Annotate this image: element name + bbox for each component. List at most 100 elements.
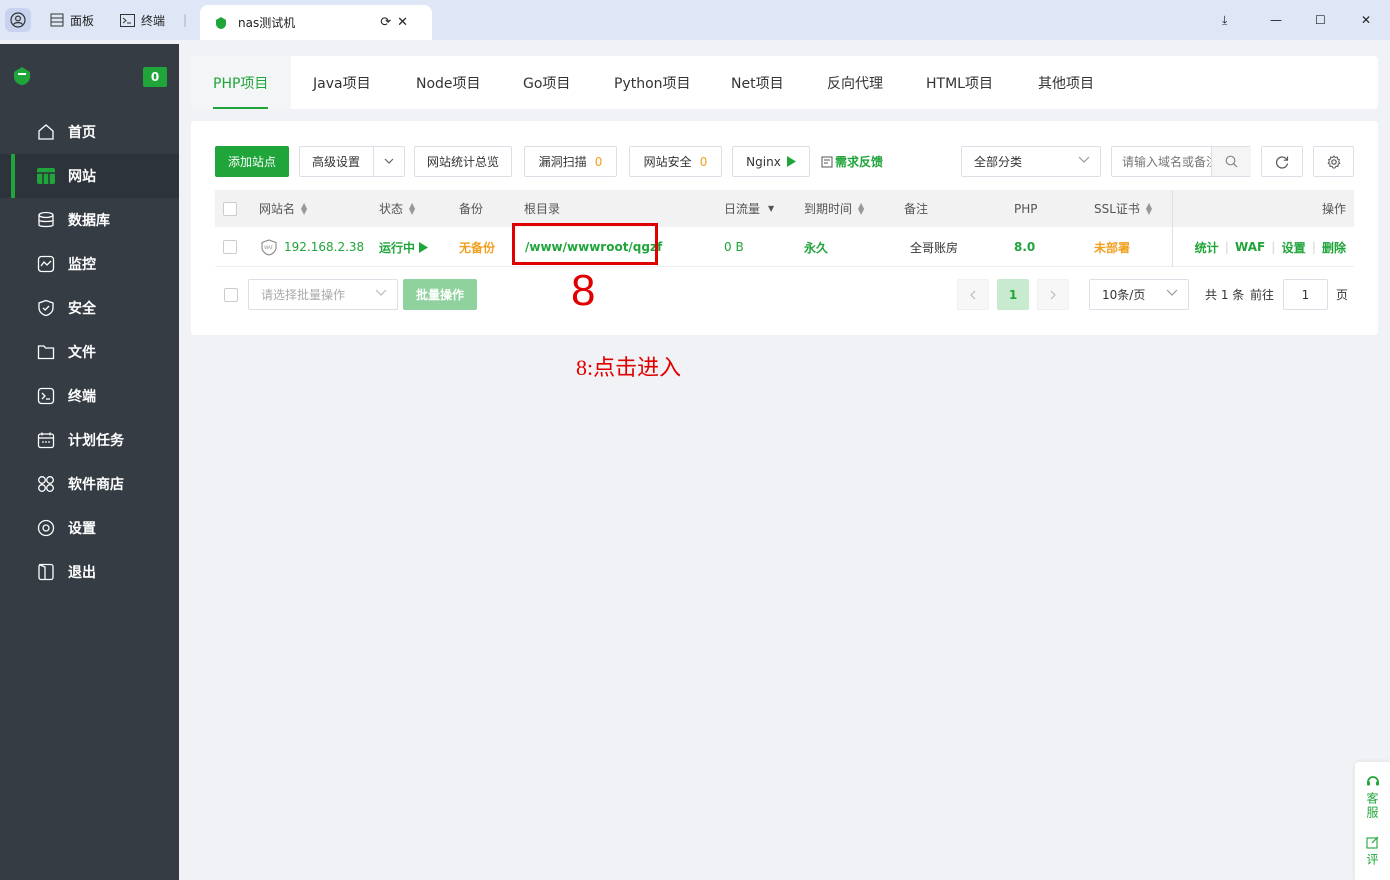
sidebar-item-monitor[interactable]: 监控 [0, 242, 179, 286]
sidebar-item-files[interactable]: 文件 [0, 330, 179, 374]
tab-go[interactable]: Go项目 [523, 56, 570, 109]
prev-page-button[interactable] [957, 279, 989, 310]
site-stats-button[interactable]: 网站统计总览 [414, 146, 512, 177]
annotation-text: 8:点击进入 [576, 355, 682, 380]
expire-link[interactable]: 永久 [804, 227, 828, 267]
th-ops: 操作 [1172, 190, 1354, 227]
close-icon[interactable]: ✕ [397, 15, 414, 30]
search-input[interactable] [1112, 148, 1211, 175]
waf-shield-icon: WAF [261, 238, 277, 256]
batch-select[interactable]: 请选择批量操作 [248, 279, 398, 310]
waf-link[interactable]: WAF [1235, 240, 1265, 254]
sidebar-item-database[interactable]: 数据库 [0, 198, 179, 242]
stats-link[interactable]: 统计 [1195, 239, 1219, 256]
sidebar-item-label: 数据库 [68, 213, 110, 229]
table-settings-button[interactable] [1313, 146, 1354, 177]
th-status[interactable]: 状态 ▲ ▼ [379, 190, 415, 227]
sidebar: 0 首页 网站 数据库 监控 安全 文件 终端 计划任务 软件商店 设置 退出 [0, 44, 179, 880]
window-close-icon[interactable]: ✕ [1361, 0, 1371, 40]
batch-action-button[interactable]: 批量操作 [403, 279, 477, 310]
tab-html[interactable]: HTML项目 [926, 56, 993, 109]
backup-link[interactable]: 无备份 [459, 227, 495, 267]
th-ssl[interactable]: SSL证书 ▲ ▼ [1094, 190, 1152, 227]
php-version-link[interactable]: 8.0 [1014, 227, 1035, 267]
page-size-value: 10条/页 [1102, 288, 1146, 302]
tab-panel[interactable]: 面板 [50, 0, 94, 40]
tab-node[interactable]: Node项目 [416, 56, 481, 109]
ssl-link[interactable]: 未部署 [1094, 227, 1130, 267]
tab-controls: ⟳✕ [380, 15, 414, 30]
security-count: 0 [699, 154, 708, 169]
sidebar-badge[interactable]: 0 [143, 67, 167, 87]
settings-link[interactable]: 设置 [1282, 239, 1306, 256]
th-name[interactable]: 网站名 ▲ ▼ [259, 190, 307, 227]
maximize-icon[interactable]: ☐ [1315, 0, 1326, 40]
sidebar-item-store[interactable]: 软件商店 [0, 462, 179, 506]
tab-php[interactable]: PHP项目 [213, 56, 269, 109]
sidebar-item-security[interactable]: 安全 [0, 286, 179, 330]
floating-service-panel: 客服 评 [1355, 762, 1390, 880]
sidebar-item-terminal[interactable]: 终端 [0, 374, 179, 418]
download-icon[interactable]: ⤓ [1222, 0, 1227, 40]
tab-python[interactable]: Python项目 [614, 56, 691, 109]
th-expire[interactable]: 到期时间 ▲ ▼ [804, 190, 864, 227]
review-link[interactable]: 评 [1364, 853, 1381, 867]
status-toggle[interactable]: 运行中 [379, 227, 429, 267]
next-page-button[interactable] [1037, 279, 1069, 310]
th-traffic[interactable]: 日流量 ▼ [724, 190, 774, 227]
vuln-scan-button[interactable]: 漏洞扫描 0 [524, 146, 617, 177]
browser-topbar: 面板 终端 | nas测试机 ⟳✕ ⤓ — ☐ ✕ [0, 0, 1390, 40]
page-button-1[interactable]: 1 [997, 279, 1029, 310]
sidebar-item-cron[interactable]: 计划任务 [0, 418, 179, 462]
tab-other[interactable]: 其他项目 [1038, 56, 1094, 109]
refresh-button[interactable] [1261, 146, 1303, 177]
chevron-down-icon [375, 289, 387, 296]
website-icon [36, 166, 56, 186]
customer-service-link[interactable]: 客服 [1364, 792, 1381, 820]
goto-page-input[interactable]: 1 [1283, 279, 1328, 310]
site-list-card: 添加站点 高级设置 网站统计总览 漏洞扫描 0 网站安全 0 Nginx 需求反… [191, 121, 1378, 335]
sidebar-item-website[interactable]: 网站 [0, 154, 179, 198]
tab-terminal[interactable]: 终端 [120, 0, 165, 40]
footer-checkbox[interactable] [224, 288, 238, 302]
site-security-button[interactable]: 网站安全 0 [629, 146, 722, 177]
search-button[interactable] [1211, 147, 1251, 176]
add-site-button[interactable]: 添加站点 [215, 146, 289, 177]
nginx-button[interactable]: Nginx [732, 146, 810, 177]
minimize-icon[interactable]: — [1270, 0, 1282, 40]
remark-value[interactable]: 全哥账房 [910, 227, 958, 267]
sidebar-item-logout[interactable]: 退出 [0, 550, 179, 594]
tab-reverse-proxy[interactable]: 反向代理 [827, 56, 883, 109]
site-security-label: 网站安全 [643, 155, 692, 169]
sort-icon: ▲ ▼ [1145, 200, 1153, 216]
sidebar-item-home[interactable]: 首页 [0, 110, 179, 154]
refresh-icon[interactable]: ⟳ [380, 15, 397, 30]
th-root: 根目录 [524, 202, 561, 216]
table-row: WAF 192.168.2.38 运行中 无备份 /www/wwwroot/qg… [215, 227, 1354, 267]
tab-java[interactable]: Java项目 [313, 56, 371, 109]
play-icon [786, 156, 796, 167]
apps-icon [36, 474, 56, 494]
site-name[interactable]: WAF 192.168.2.38 [261, 227, 364, 267]
select-all-checkbox[interactable] [223, 190, 237, 227]
divider: | [1224, 240, 1229, 254]
category-select[interactable]: 全部分类 [961, 146, 1101, 177]
terminal-icon [36, 386, 56, 406]
status-label: 运行中 [379, 240, 416, 255]
tab-net[interactable]: Net项目 [731, 56, 784, 109]
caret-down-icon: ▼ [768, 204, 775, 213]
svg-text:WAF: WAF [264, 245, 273, 250]
sidebar-item-label: 首页 [68, 125, 96, 141]
th-expire-label: 到期时间 [804, 202, 853, 216]
divider: | [1311, 240, 1316, 254]
advanced-settings-button[interactable]: 高级设置 [299, 146, 405, 177]
page-size-select[interactable]: 10条/页 [1089, 279, 1189, 310]
sidebar-item-settings[interactable]: 设置 [0, 506, 179, 550]
play-icon [419, 241, 429, 253]
tab-nas[interactable]: nas测试机 ⟳✕ [200, 5, 432, 40]
row-checkbox[interactable] [223, 227, 237, 267]
delete-link[interactable]: 删除 [1322, 239, 1346, 256]
profile-button[interactable] [5, 8, 31, 32]
sidebar-item-label: 文件 [68, 345, 96, 361]
feedback-link[interactable]: 需求反馈 [821, 146, 883, 177]
